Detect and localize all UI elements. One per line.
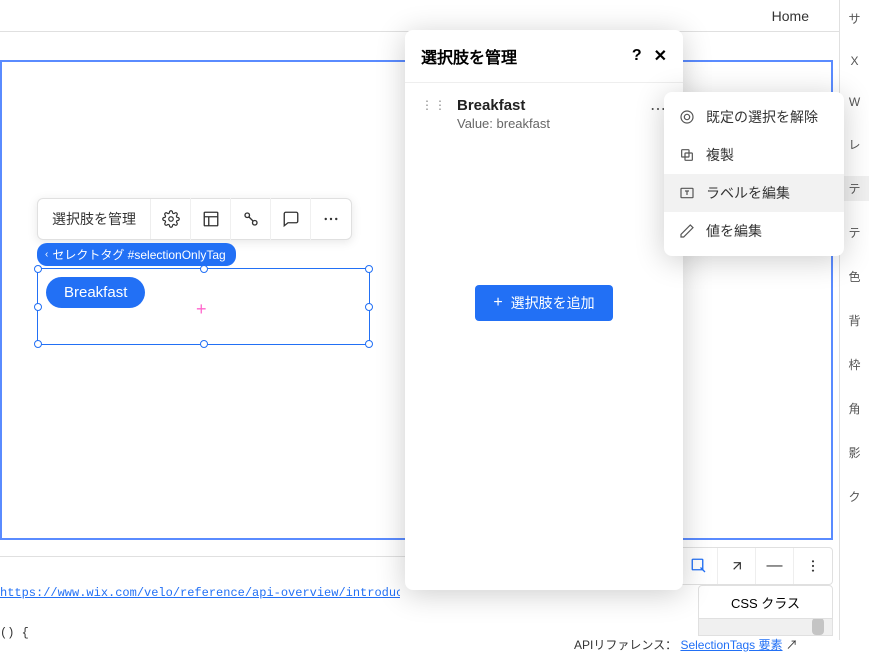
api-link[interactable]: SelectionTags 要素 bbox=[680, 638, 782, 652]
api-reference: APIリファレンス： SelectionTags 要素 ↗ bbox=[574, 636, 798, 653]
ctx-duplicate[interactable]: 複製 bbox=[664, 136, 844, 174]
comment-icon[interactable] bbox=[271, 198, 311, 240]
modal-header: 選択肢を管理 ? ✕ bbox=[405, 30, 683, 83]
element-toolbar: 選択肢を管理 bbox=[37, 198, 352, 240]
tag-pill-breakfast[interactable]: Breakfast bbox=[46, 277, 145, 308]
external-icon: ↗ bbox=[786, 638, 798, 652]
target-icon bbox=[678, 109, 696, 125]
resize-handle[interactable] bbox=[365, 265, 373, 273]
option-label: Breakfast bbox=[457, 97, 550, 114]
option-value: Value: breakfast bbox=[457, 116, 550, 131]
scrollbar-thumb[interactable] bbox=[812, 618, 824, 635]
add-option-button[interactable]: + 選択肢を追加 bbox=[475, 285, 612, 321]
rp-item[interactable]: 枠 bbox=[840, 352, 869, 377]
resize-handle[interactable] bbox=[34, 265, 42, 273]
rp-item[interactable]: W bbox=[840, 91, 869, 113]
resize-handle[interactable] bbox=[365, 340, 373, 348]
chevron-left-icon: ‹ bbox=[45, 249, 48, 260]
resize-handle[interactable] bbox=[200, 340, 208, 348]
settings-icon[interactable] bbox=[151, 198, 191, 240]
more-icon[interactable] bbox=[311, 198, 351, 240]
ctx-edit-label[interactable]: ラベルを編集 bbox=[664, 174, 844, 212]
right-panel: サ X W レ テ テ 色 背 枠 角 影 ク bbox=[839, 0, 869, 640]
resize-handle[interactable] bbox=[34, 303, 42, 311]
selection-bounds[interactable]: Breakfast + bbox=[37, 268, 370, 345]
drag-handle-icon[interactable]: ⋮⋮ bbox=[421, 97, 447, 111]
element-type-badge[interactable]: ‹ セレクトタグ #selectionOnlyTag bbox=[37, 243, 236, 266]
rp-item[interactable]: テ bbox=[840, 220, 869, 245]
rp-item[interactable]: 角 bbox=[840, 396, 869, 421]
add-option-label: 選択肢を追加 bbox=[511, 293, 595, 313]
copy-icon bbox=[678, 147, 696, 163]
code-url[interactable]: https://www.wix.com/velo/reference/api-o… bbox=[0, 586, 400, 600]
manage-options-button[interactable]: 選択肢を管理 bbox=[38, 199, 151, 239]
animation-icon[interactable] bbox=[231, 198, 271, 240]
rp-item[interactable]: 色 bbox=[840, 264, 869, 289]
minimize-icon[interactable]: — bbox=[756, 548, 794, 584]
ctx-label: 値を編集 bbox=[706, 221, 762, 241]
modal-title: 選択肢を管理 bbox=[421, 44, 517, 68]
css-class-panel[interactable]: CSS クラス bbox=[698, 585, 833, 619]
help-icon[interactable]: ? bbox=[632, 47, 642, 65]
resize-handle[interactable] bbox=[200, 265, 208, 273]
close-icon[interactable]: ✕ bbox=[654, 46, 667, 66]
layout-icon[interactable] bbox=[191, 198, 231, 240]
plus-icon: + bbox=[493, 294, 502, 312]
rp-item[interactable]: 影 bbox=[840, 440, 869, 465]
expand-icon[interactable] bbox=[718, 548, 756, 584]
rp-item[interactable]: サ bbox=[840, 6, 869, 31]
pencil-icon bbox=[678, 223, 696, 239]
add-tag-plus-icon[interactable]: + bbox=[196, 299, 207, 320]
dev-toolbar: — bbox=[679, 547, 833, 585]
resize-handle[interactable] bbox=[34, 340, 42, 348]
top-bar: Home bbox=[0, 0, 869, 32]
ctx-label: ラベルを編集 bbox=[706, 183, 790, 203]
rp-item[interactable]: ク bbox=[840, 484, 869, 509]
rp-item[interactable]: テ bbox=[840, 176, 869, 201]
context-menu: 既定の選択を解除 複製 ラベルを編集 値を編集 bbox=[664, 92, 844, 256]
ctx-clear-default[interactable]: 既定の選択を解除 bbox=[664, 98, 844, 136]
text-icon bbox=[678, 185, 696, 201]
inspect-icon[interactable] bbox=[680, 548, 718, 584]
rp-item[interactable]: 背 bbox=[840, 308, 869, 333]
rp-item[interactable]: レ bbox=[840, 132, 869, 157]
ctx-edit-value[interactable]: 値を編集 bbox=[664, 212, 844, 250]
ctx-label: 既定の選択を解除 bbox=[706, 107, 818, 127]
resize-handle[interactable] bbox=[365, 303, 373, 311]
element-type-label: セレクトタグ #selectionOnlyTag bbox=[52, 246, 225, 263]
rp-item[interactable]: X bbox=[840, 50, 869, 72]
code-line: () { bbox=[0, 626, 29, 640]
more-vertical-icon[interactable] bbox=[794, 548, 832, 584]
option-row[interactable]: ⋮⋮ Breakfast Value: breakfast ⋯ bbox=[405, 83, 683, 145]
manage-options-modal: 選択肢を管理 ? ✕ ⋮⋮ Breakfast Value: breakfast… bbox=[405, 30, 683, 590]
scrollbar[interactable] bbox=[698, 618, 833, 636]
home-link[interactable]: Home bbox=[762, 2, 819, 30]
ctx-label: 複製 bbox=[706, 145, 734, 165]
